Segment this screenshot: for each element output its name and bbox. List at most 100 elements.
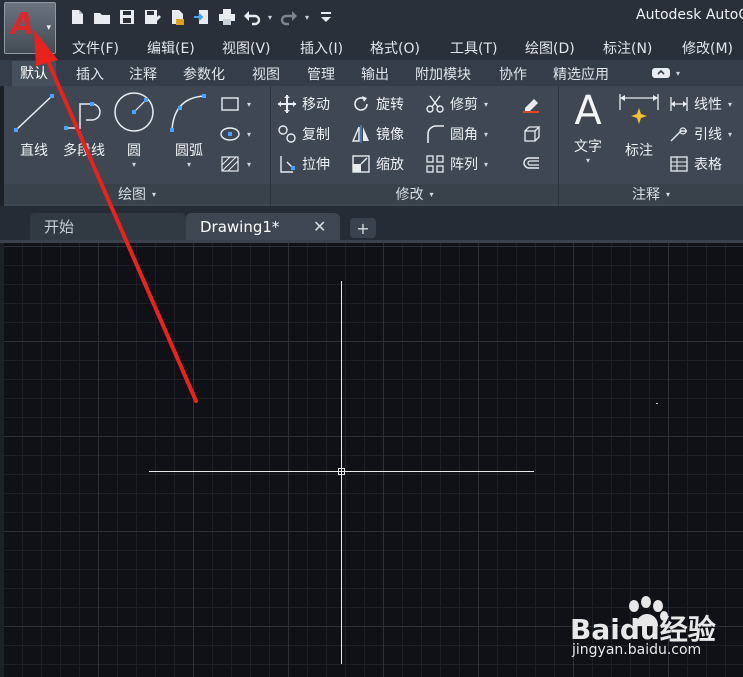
chevron-down-icon: ▾	[676, 68, 681, 78]
leader-button[interactable]: 引线 ▾	[668, 122, 732, 146]
application-menu-button[interactable]: A ▾	[4, 2, 56, 54]
tab-addins[interactable]: 附加模块	[415, 64, 471, 84]
trim-icon	[424, 93, 446, 115]
hatch-button[interactable]: ▾	[219, 152, 251, 176]
menu-edit[interactable]: 编辑(E)	[147, 38, 195, 58]
copy-icon	[276, 123, 298, 145]
chevron-down-icon: ▾	[585, 156, 590, 165]
menu-draw[interactable]: 绘图(D)	[525, 38, 575, 58]
eraser-icon	[520, 93, 542, 115]
polyline-icon	[64, 102, 101, 130]
annotation-panel-title[interactable]: 注释 ▾	[559, 184, 743, 204]
menu-modify[interactable]: 修改(M)	[682, 38, 733, 58]
customize-icon[interactable]	[313, 5, 338, 29]
ellipse-button[interactable]: ▾	[219, 122, 251, 146]
tab-drawing1-label: Drawing1*	[200, 217, 280, 236]
save-as-icon[interactable]	[139, 5, 164, 29]
offset-button[interactable]	[520, 152, 542, 176]
tab-parametric[interactable]: 参数化	[183, 64, 225, 84]
ribbon-tab-strip: 默认 插入 注释 参数化 视图 管理 输出 附加模块 协作 精选应用 ▾	[0, 60, 743, 86]
rotate-button[interactable]: 旋转	[350, 92, 404, 116]
trim-label: 修剪	[450, 97, 478, 113]
linear-dimension-icon	[668, 93, 690, 115]
mirror-button[interactable]: 镜像	[350, 122, 404, 146]
ribbon-toggle-icon	[652, 68, 670, 78]
tab-start-label: 开始	[44, 218, 75, 236]
tab-collaborate[interactable]: 协作	[499, 64, 527, 84]
redo-dropdown-icon[interactable]: ▾	[301, 5, 313, 29]
move-icon	[276, 93, 298, 115]
quick-access-toolbar: ▾ ▾	[64, 4, 338, 30]
tab-annotate[interactable]: 注释	[129, 64, 157, 84]
tab-drawing1[interactable]: Drawing1* ✕	[186, 213, 340, 240]
explode-button[interactable]	[520, 122, 542, 146]
menu-dimension[interactable]: 标注(N)	[603, 38, 652, 58]
arc-label: 圆弧	[175, 143, 203, 159]
scale-button[interactable]: 缩放	[350, 152, 404, 176]
chevron-down-icon: ▾	[247, 129, 252, 139]
rotate-icon	[350, 93, 372, 115]
watermark-url: jingyan.baidu.com	[572, 642, 702, 658]
undo-dropdown-icon[interactable]: ▾	[264, 5, 276, 29]
move-button[interactable]: 移动	[276, 92, 330, 116]
circle-button[interactable]: 圆 ▾	[112, 90, 156, 169]
tab-featured-apps[interactable]: 精选应用	[553, 64, 609, 84]
copy-button[interactable]: 复制	[276, 122, 330, 146]
dimension-icon	[619, 94, 659, 124]
tab-output[interactable]: 输出	[361, 64, 389, 84]
ribbon-minimize-toggle[interactable]: ▾	[651, 65, 683, 81]
menu-format[interactable]: 格式(O)	[370, 38, 420, 58]
new-tab-button[interactable]: +	[350, 218, 376, 238]
array-button[interactable]: 阵列 ▾	[424, 152, 488, 176]
tab-manage[interactable]: 管理	[307, 64, 335, 84]
polyline-label: 多段线	[63, 143, 105, 159]
share-icon[interactable]	[189, 5, 214, 29]
arc-icon	[170, 94, 206, 132]
tab-insert[interactable]: 插入	[76, 64, 104, 84]
save-icon[interactable]	[114, 5, 139, 29]
stretch-button[interactable]: 拉伸	[276, 152, 330, 176]
fillet-label: 圆角	[450, 127, 478, 143]
dimension-button[interactable]: 标注	[616, 90, 662, 160]
new-file-icon[interactable]	[64, 5, 89, 29]
tab-default[interactable]: 默认	[12, 61, 56, 86]
scale-icon	[350, 153, 372, 175]
menu-bar: 文件(F) 编辑(E) 视图(V) 插入(I) 格式(O) 工具(T) 绘图(D…	[0, 33, 743, 60]
menu-file[interactable]: 文件(F)	[72, 38, 119, 58]
linear-dimension-button[interactable]: 线性 ▾	[668, 92, 732, 116]
tab-start[interactable]: 开始	[30, 213, 186, 240]
trim-button[interactable]: 修剪 ▾	[424, 92, 488, 116]
table-button[interactable]: 表格	[668, 152, 722, 176]
crosshair-pickbox	[338, 468, 345, 475]
tab-view[interactable]: 视图	[252, 64, 280, 84]
menu-insert[interactable]: 插入(I)	[300, 38, 343, 58]
rectangle-button[interactable]: ▾	[219, 92, 251, 116]
modify-panel-title[interactable]: 修改 ▾	[271, 184, 558, 204]
array-icon	[424, 153, 446, 175]
close-icon[interactable]: ✕	[313, 217, 326, 236]
open-folder-icon[interactable]	[89, 5, 114, 29]
mirror-icon	[350, 123, 372, 145]
draw-panel-title[interactable]: 绘图 ▾	[4, 184, 270, 204]
menu-tools[interactable]: 工具(T)	[450, 38, 497, 58]
line-button[interactable]: 直线	[12, 90, 56, 160]
rectangle-icon	[219, 93, 241, 115]
redo-icon[interactable]	[276, 5, 301, 29]
fillet-button[interactable]: 圆角 ▾	[424, 122, 488, 146]
hatch-icon	[219, 153, 241, 175]
undo-icon[interactable]	[239, 5, 264, 29]
arc-button[interactable]: 圆弧 ▾	[164, 90, 214, 169]
rotate-label: 旋转	[376, 97, 404, 113]
copy-label: 复制	[302, 127, 330, 143]
text-button[interactable]: A 文字 ▾	[564, 88, 612, 165]
export-icon[interactable]	[164, 5, 189, 29]
print-icon[interactable]	[214, 5, 239, 29]
ribbon: 直线 多段线 圆 ▾ 圆弧 ▾ ▾ ▾ ▾ 绘图 ▾ 移动 旋转 修剪 ▾ 复制…	[4, 86, 743, 206]
app-title: Autodesk AutoCAD	[636, 7, 743, 23]
polyline-button[interactable]: 多段线	[60, 90, 108, 160]
draw-panel-label: 绘图	[117, 187, 146, 203]
menu-view[interactable]: 视图(V)	[222, 38, 271, 58]
text-icon: A	[574, 88, 602, 134]
erase-button[interactable]	[520, 92, 542, 116]
line-label: 直线	[20, 143, 48, 159]
